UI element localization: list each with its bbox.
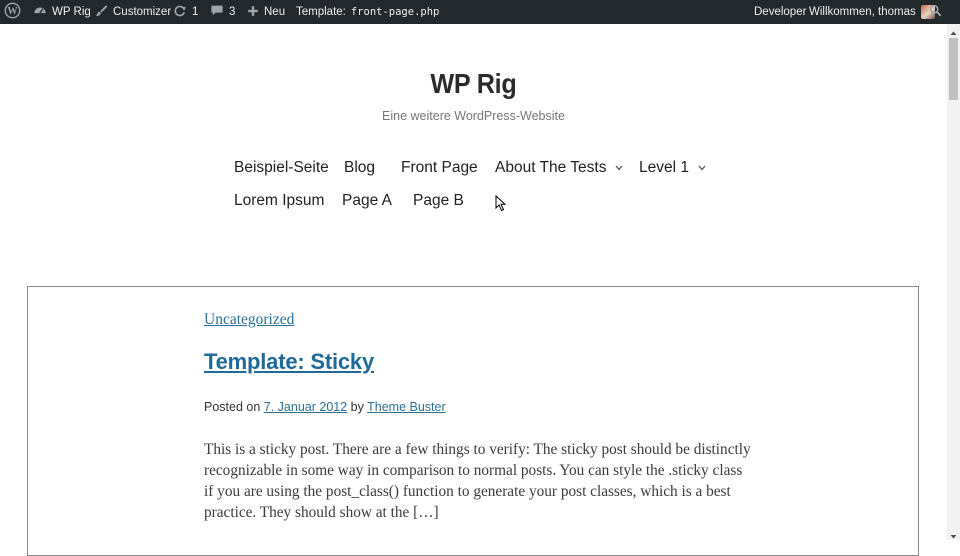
nav-item-label: Blog bbox=[344, 159, 376, 176]
new-label: Neu bbox=[264, 6, 286, 18]
nav-item-label: Page A bbox=[342, 192, 392, 209]
post-excerpt: This is a sticky post. There are a few t… bbox=[204, 441, 751, 521]
nav-item-beispiel-seite[interactable]: Beispiel-Seite bbox=[234, 159, 329, 177]
nav-item-label: Front Page bbox=[401, 159, 478, 176]
chevron-down-icon[interactable] bbox=[698, 163, 706, 173]
post-meta: Posted on 7. Januar 2012 by Theme Buster bbox=[204, 400, 446, 414]
nav-item-front-page[interactable]: Front Page bbox=[401, 159, 478, 177]
mouse-pointer-icon bbox=[495, 194, 507, 216]
scrollbar-thumb[interactable] bbox=[949, 38, 958, 100]
dashboard-icon bbox=[33, 4, 47, 21]
svg-text:W: W bbox=[7, 6, 18, 17]
search-button[interactable] bbox=[929, 0, 942, 24]
comments-link[interactable]: 3 bbox=[210, 0, 235, 24]
site-tagline: Eine weitere WordPress-Website bbox=[382, 109, 565, 123]
by-label: by bbox=[350, 400, 364, 414]
nav-item-label: Page B bbox=[413, 192, 464, 209]
nav-item-lorem-ipsum[interactable]: Lorem Ipsum bbox=[234, 192, 324, 210]
template-info[interactable]: Template: front-page.php bbox=[296, 0, 439, 24]
greeting-label: Willkommen, thomas bbox=[809, 6, 916, 18]
nav-item-page-b[interactable]: Page B bbox=[413, 192, 464, 210]
site-title[interactable]: WP Rig bbox=[47, 68, 899, 100]
nav-item-label: Beispiel-Seite bbox=[234, 159, 329, 176]
scroll-up-arrow-icon[interactable] bbox=[947, 24, 960, 36]
developer-link[interactable]: Developer bbox=[754, 0, 806, 24]
chevron-down-icon[interactable] bbox=[615, 163, 623, 173]
comment-icon bbox=[210, 4, 224, 20]
brush-icon bbox=[95, 4, 108, 20]
nav-item-label: Lorem Ipsum bbox=[234, 192, 325, 209]
wordpress-logo-icon: W bbox=[4, 2, 21, 22]
plus-icon bbox=[247, 5, 259, 20]
nav-item-page-a[interactable]: Page A bbox=[342, 192, 392, 210]
developer-label: Developer bbox=[754, 6, 807, 18]
nav-item-label: About The Tests bbox=[495, 159, 607, 176]
site-name-label: WP Rig bbox=[52, 6, 91, 18]
refresh-icon bbox=[173, 4, 187, 21]
template-prefix: Template: bbox=[296, 6, 346, 18]
post-title-link[interactable]: Template: Sticky bbox=[204, 349, 374, 375]
search-icon bbox=[929, 4, 942, 20]
scroll-down-arrow-icon[interactable] bbox=[947, 528, 960, 540]
customizer-link[interactable]: Customizer bbox=[95, 0, 171, 24]
post-author-link[interactable]: Theme Buster bbox=[367, 400, 446, 414]
admin-bar: W WP Rig Customizer 1 3 Neu Template: fr… bbox=[0, 0, 960, 24]
updates-count: 1 bbox=[192, 6, 199, 18]
nav-item-blog[interactable]: Blog bbox=[344, 159, 375, 177]
account-menu[interactable]: Willkommen, thomas bbox=[809, 0, 935, 24]
nav-item-level-1[interactable]: Level 1 bbox=[639, 159, 706, 177]
nav-item-about-the-tests[interactable]: About The Tests bbox=[495, 159, 623, 177]
new-content-menu[interactable]: Neu bbox=[247, 0, 285, 24]
nav-item-label: Level 1 bbox=[639, 159, 689, 176]
post-category-link[interactable]: Uncategorized bbox=[204, 311, 294, 329]
page-scrollbar[interactable] bbox=[947, 24, 960, 540]
post-date-link[interactable]: 7. Januar 2012 bbox=[264, 400, 347, 414]
updates-link[interactable]: 1 bbox=[173, 0, 198, 24]
customizer-label: Customizer bbox=[113, 6, 172, 18]
comments-count: 3 bbox=[229, 6, 236, 18]
posted-on-label: Posted on bbox=[204, 400, 261, 414]
wordpress-logo-button[interactable]: W bbox=[4, 0, 21, 24]
site-name-menu[interactable]: WP Rig bbox=[33, 0, 91, 24]
template-file: front-page.php bbox=[350, 6, 440, 18]
